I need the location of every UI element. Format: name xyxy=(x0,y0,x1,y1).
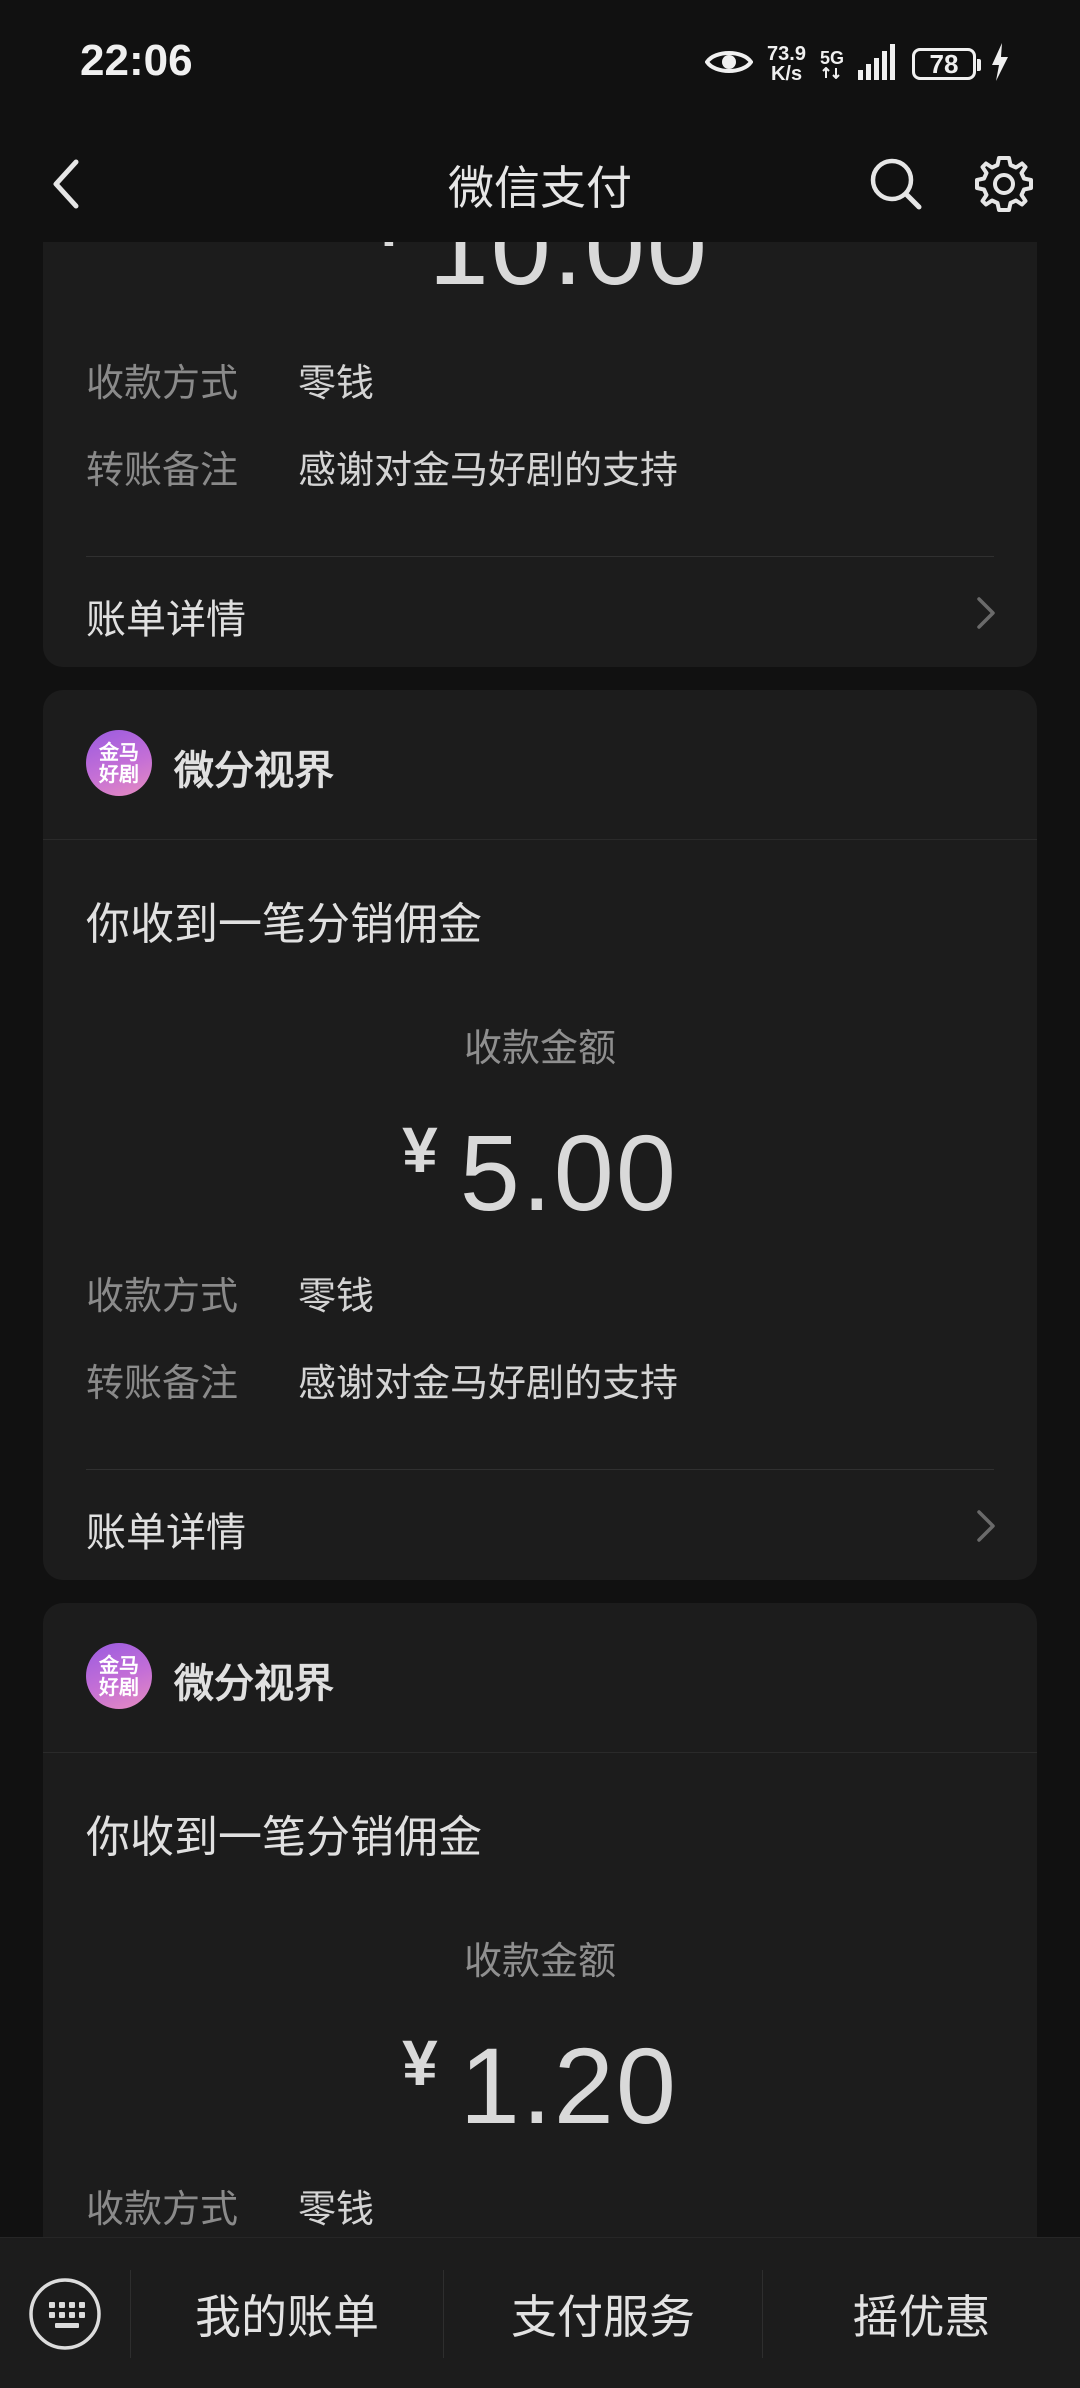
payment-method-row: 收款方式 零钱 xyxy=(86,1265,374,1320)
avatar-text-line: 金马 xyxy=(99,1653,139,1677)
card-header[interactable]: 金马 好剧 微分视界 xyxy=(43,1603,1037,1753)
nav-bar: 微信支付 xyxy=(0,126,1080,242)
battery-indicator: 78 xyxy=(912,48,981,80)
chevron-right-icon xyxy=(977,1510,995,1542)
status-time: 22:06 xyxy=(80,36,193,85)
payment-card: ¥10.00 收款方式 零钱 转账备注 感谢对金马好剧的支持 账单详情 xyxy=(43,242,1037,667)
wechat-pay-screen: 22:06 73.9 K/s 5G 78 微信支付 10.00 收款方式 零钱 … xyxy=(0,0,1080,2388)
amount-number: 10.00 xyxy=(428,242,709,307)
settings-button[interactable] xyxy=(970,150,1038,218)
bill-details-label: 账单详情 xyxy=(86,1510,246,1556)
gear-icon xyxy=(975,156,1033,212)
tab-shake-offers[interactable]: 摇优惠 xyxy=(763,2238,1080,2388)
payment-method-row: 收款方式 零钱 xyxy=(86,352,374,407)
payment-card: 金马 好剧 微分视界 你收到一笔分销佣金 收款金额 ¥1.20 收款方式 零钱 xyxy=(43,1603,1037,2237)
merchant-name: 微分视界 xyxy=(174,1661,334,1707)
amount-value: ¥10.00 xyxy=(43,242,1037,309)
message-list[interactable]: ¥10.00 收款方式零钱 转账备注感谢对金马好剧的支持 账单详情 金马 好剧 xyxy=(0,242,1080,2237)
bill-details-link[interactable]: 账单详情 xyxy=(43,557,1037,667)
chevron-right-icon xyxy=(977,597,995,629)
amount-value: ¥5.00 xyxy=(43,1110,1037,1235)
avatar-text-line: 好剧 xyxy=(99,1675,139,1699)
merchant-avatar: 金马 好剧 xyxy=(86,1643,152,1709)
payment-method-value: 零钱 xyxy=(298,2187,375,2231)
payment-method-value: 零钱 xyxy=(298,1274,375,1318)
message-title: 你收到一笔分销佣金 xyxy=(86,1812,482,1863)
amount-value: ¥1.20 xyxy=(43,2023,1037,2148)
status-icons: 73.9 K/s 5G 78 xyxy=(704,38,1010,90)
amount-number: 5.00 xyxy=(459,1112,678,1233)
amount-label: 收款金额 xyxy=(463,1939,616,1983)
network-speed: 73.9 K/s xyxy=(767,44,806,84)
transfer-note-row: 转账备注 感谢对金马好剧的支持 xyxy=(86,1352,678,1407)
payment-method-row: 收款方式 零钱 xyxy=(86,2178,374,2233)
amount-number: 1.20 xyxy=(459,2025,678,2146)
transfer-note-label: 转账备注 xyxy=(86,1361,239,1405)
keyboard-icon xyxy=(29,2277,101,2350)
network-speed-value: 73.9 xyxy=(767,43,806,65)
merchant-avatar: 金马 好剧 xyxy=(86,730,152,796)
signal-bars-icon xyxy=(858,44,898,84)
card-header[interactable]: 金马 好剧 微分视界 xyxy=(43,690,1037,840)
avatar-text-line: 金马 xyxy=(99,740,139,764)
charging-bolt-icon xyxy=(990,43,1010,85)
payment-method-label: 收款方式 xyxy=(86,2187,239,2231)
search-button[interactable] xyxy=(862,150,930,218)
avatar-text-line: 好剧 xyxy=(99,762,139,786)
tab-payment-services[interactable]: 支付服务 xyxy=(444,2238,762,2388)
bottom-menu-bar: 我的账单 支付服务 摇优惠 xyxy=(0,2237,1080,2388)
currency-symbol: ¥ xyxy=(371,242,407,260)
amount-label: 收款金额 xyxy=(463,1026,616,1070)
currency-symbol: ¥ xyxy=(402,2027,438,2099)
transfer-note-value: 感谢对金马好剧的支持 xyxy=(298,1361,679,1405)
payment-method-label: 收款方式 xyxy=(86,361,239,405)
network-speed-unit: K/s xyxy=(770,63,803,85)
network-type: 5G xyxy=(819,48,844,68)
data-arrows-icon xyxy=(822,67,840,79)
transfer-note-label: 转账备注 xyxy=(86,448,239,492)
transfer-note-value: 感谢对金马好剧的支持 xyxy=(298,448,679,492)
merchant-name: 微分视界 xyxy=(174,748,334,794)
tab-my-bills[interactable]: 我的账单 xyxy=(131,2238,443,2388)
battery-level: 78 xyxy=(929,48,959,79)
eye-icon xyxy=(704,46,754,82)
bill-details-link[interactable]: 账单详情 xyxy=(43,1470,1037,1580)
network-type-block: 5G xyxy=(820,49,844,79)
bill-details-label: 账单详情 xyxy=(86,597,246,643)
search-icon xyxy=(870,158,922,210)
payment-method-value: 零钱 xyxy=(298,361,375,405)
payment-method-label: 收款方式 xyxy=(86,1274,239,1318)
message-title: 你收到一笔分销佣金 xyxy=(86,899,482,950)
currency-symbol: ¥ xyxy=(402,1114,438,1186)
transfer-note-row: 转账备注 感谢对金马好剧的支持 xyxy=(86,439,678,494)
payment-card: 金马 好剧 微分视界 你收到一笔分销佣金 收款金额 ¥5.00 收款方式 零钱 转… xyxy=(43,690,1037,1580)
keyboard-toggle-button[interactable] xyxy=(0,2238,130,2388)
status-bar: 22:06 73.9 K/s 5G 78 xyxy=(0,0,1080,126)
